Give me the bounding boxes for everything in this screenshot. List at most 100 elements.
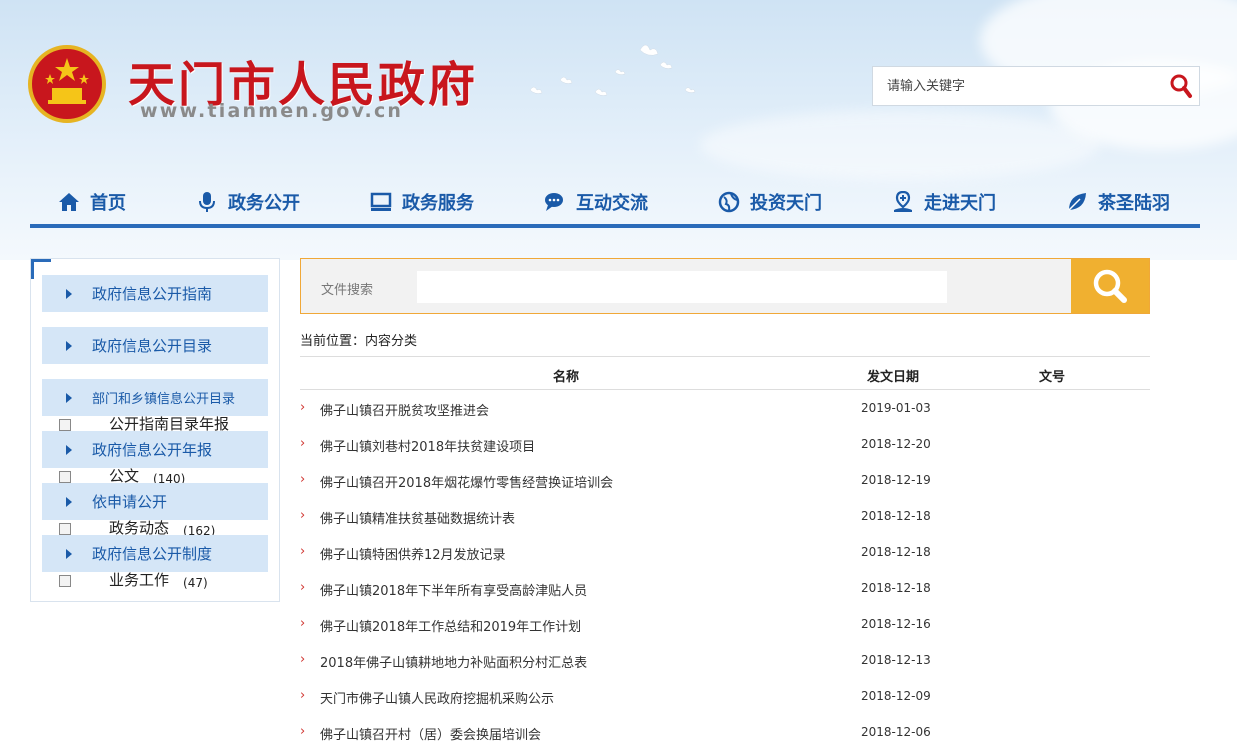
document-date: 2018-12-18	[861, 581, 931, 595]
document-icon	[59, 471, 71, 483]
sidebar-item-department-catalog[interactable]: 部门和乡镇信息公开目录	[42, 379, 268, 416]
caret-right-icon	[66, 548, 72, 559]
bullet-icon: ›	[300, 616, 306, 631]
table-row: › 天门市佛子山镇人民政府挖掘机采购公示 2018-12-09	[300, 679, 1150, 715]
column-header-docno: 文号	[1039, 370, 1066, 385]
document-title-link[interactable]: 佛子山镇2018年下半年所有享受高龄津贴人员	[320, 580, 587, 599]
sidebar-item-label: 政府信息公开年报	[92, 441, 213, 459]
document-date: 2018-12-18	[861, 509, 931, 523]
site-url: www.tianmen.gov.cn	[140, 100, 404, 122]
search-icon	[1093, 269, 1127, 303]
computer-icon	[370, 192, 392, 211]
table-row: › 佛子山镇2018年下半年所有享受高龄津贴人员 2018-12-18	[300, 571, 1150, 607]
sidebar: 公开指南目录年报 公文 (140) 政务动态 (162) 业务工作 (47) 政…	[30, 258, 280, 602]
site-search-button[interactable]	[1163, 67, 1199, 105]
nav-home[interactable]: 首页	[58, 180, 126, 224]
site-search-input[interactable]	[887, 67, 1163, 105]
sidebar-item-annual-report[interactable]: 政府信息公开年报	[42, 431, 268, 468]
document-title-link[interactable]: 佛子山镇召开村（居）委会换届培训会	[320, 724, 541, 743]
nav-label: 政务服务	[402, 193, 474, 214]
nav-label: 走进天门	[924, 193, 996, 214]
location-icon	[894, 191, 912, 212]
sidebar-item-guide[interactable]: 政府信息公开指南	[42, 275, 268, 312]
nav-interaction[interactable]: 互动交流	[544, 180, 648, 224]
bullet-icon: ›	[300, 436, 306, 451]
sidebar-subitem[interactable]: 业务工作 (47)	[59, 569, 208, 590]
document-icon	[59, 419, 71, 431]
table-row: › 佛子山镇召开脱贫攻坚推进会 2019-01-03	[300, 391, 1150, 427]
nav-label: 首页	[90, 193, 126, 214]
caret-right-icon	[66, 496, 72, 507]
microphone-icon	[199, 192, 215, 212]
bullet-icon: ›	[300, 472, 306, 487]
globe-icon	[718, 191, 740, 213]
document-date: 2018-12-16	[861, 617, 931, 631]
bullet-icon: ›	[300, 544, 306, 559]
document-title-link[interactable]: 2018年佛子山镇耕地地力补贴面积分村汇总表	[320, 652, 587, 671]
national-emblem-icon	[28, 45, 106, 123]
chat-icon	[545, 193, 563, 211]
document-title-link[interactable]: 佛子山镇召开2018年烟花爆竹零售经营换证培训会	[320, 472, 613, 491]
site-search-box	[872, 66, 1200, 106]
breadcrumb: 当前位置：内容分类	[300, 334, 418, 349]
column-header-date: 发文日期	[867, 370, 920, 385]
column-header-name: 名称	[553, 370, 580, 385]
bullet-icon: ›	[300, 724, 306, 739]
bullet-icon: ›	[300, 400, 306, 415]
document-title-link[interactable]: 佛子山镇召开脱贫攻坚推进会	[320, 400, 489, 419]
sidebar-item-label: 部门和乡镇信息公开目录	[92, 392, 236, 407]
document-title-link[interactable]: 佛子山镇刘巷村2018年扶贫建设项目	[320, 436, 535, 455]
document-title-link[interactable]: 佛子山镇2018年工作总结和2019年工作计划	[320, 616, 581, 635]
nav-label: 互动交流	[576, 193, 648, 214]
document-icon	[59, 575, 71, 587]
table-row: › 佛子山镇2018年工作总结和2019年工作计划 2018-12-16	[300, 607, 1150, 643]
document-title-link[interactable]: 佛子山镇特困供养12月发放记录	[320, 544, 506, 563]
bullet-icon: ›	[300, 508, 306, 523]
table-row: › 佛子山镇特困供养12月发放记录 2018-12-18	[300, 535, 1150, 571]
nav-label: 政务公开	[228, 193, 300, 214]
search-icon	[1170, 74, 1192, 98]
nav-government-services[interactable]: 政务服务	[370, 180, 474, 224]
nav-lu-yu[interactable]: 茶圣陆羽	[1066, 180, 1170, 224]
document-date: 2018-12-09	[861, 689, 931, 703]
table-row: › 佛子山镇精准扶贫基础数据统计表 2018-12-18	[300, 499, 1150, 535]
file-search-bar: 文件搜索	[300, 258, 1150, 314]
document-title-link[interactable]: 佛子山镇精准扶贫基础数据统计表	[320, 508, 515, 527]
nav-label: 茶圣陆羽	[1098, 193, 1170, 214]
bullet-icon: ›	[300, 652, 306, 667]
document-date: 2018-12-18	[861, 545, 931, 559]
sidebar-item-label: 政府信息公开指南	[92, 285, 213, 303]
document-date: 2018-12-20	[861, 437, 931, 451]
caret-right-icon	[66, 340, 72, 351]
table-row: › 佛子山镇召开2018年烟花爆竹零售经营换证培训会 2018-12-19	[300, 463, 1150, 499]
main-nav: 首页 政务公开 政务服务 互动交流 投资天门 走进天门 茶圣陆羽	[30, 180, 1200, 228]
nav-investment[interactable]: 投资天门	[718, 180, 822, 224]
bullet-icon: ›	[300, 688, 306, 703]
document-icon	[59, 523, 71, 535]
table-header: 名称 发文日期 文号	[300, 356, 1150, 390]
cloud-decoration	[700, 110, 1100, 180]
subitem-count: (47)	[183, 576, 208, 590]
nav-about-tianmen[interactable]: 走进天门	[892, 180, 996, 224]
home-icon	[59, 193, 79, 211]
document-date: 2019-01-03	[861, 401, 931, 415]
file-search-button[interactable]	[1071, 259, 1149, 313]
document-title-link[interactable]: 天门市佛子山镇人民政府挖掘机采购公示	[320, 688, 554, 707]
file-search-label: 文件搜索	[321, 283, 374, 298]
document-date: 2018-12-13	[861, 653, 931, 667]
file-search-input[interactable]	[417, 271, 947, 303]
document-date: 2018-12-19	[861, 473, 931, 487]
sidebar-item-label: 依申请公开	[92, 493, 168, 511]
table-row: › 佛子山镇召开村（居）委会换届培训会 2018-12-06	[300, 715, 1150, 751]
sidebar-item-label: 政府信息公开目录	[92, 337, 213, 355]
table-row: › 2018年佛子山镇耕地地力补贴面积分村汇总表 2018-12-13	[300, 643, 1150, 679]
caret-right-icon	[66, 288, 72, 299]
caret-right-icon	[66, 392, 72, 403]
leaf-icon	[1068, 193, 1086, 211]
sidebar-item-application[interactable]: 依申请公开	[42, 483, 268, 520]
sidebar-item-catalog[interactable]: 政府信息公开目录	[42, 327, 268, 364]
subitem-label: 业务工作	[109, 571, 170, 589]
nav-government-affairs[interactable]: 政务公开	[196, 180, 300, 224]
sidebar-item-system[interactable]: 政府信息公开制度	[42, 535, 268, 572]
table-row: › 佛子山镇刘巷村2018年扶贫建设项目 2018-12-20	[300, 427, 1150, 463]
